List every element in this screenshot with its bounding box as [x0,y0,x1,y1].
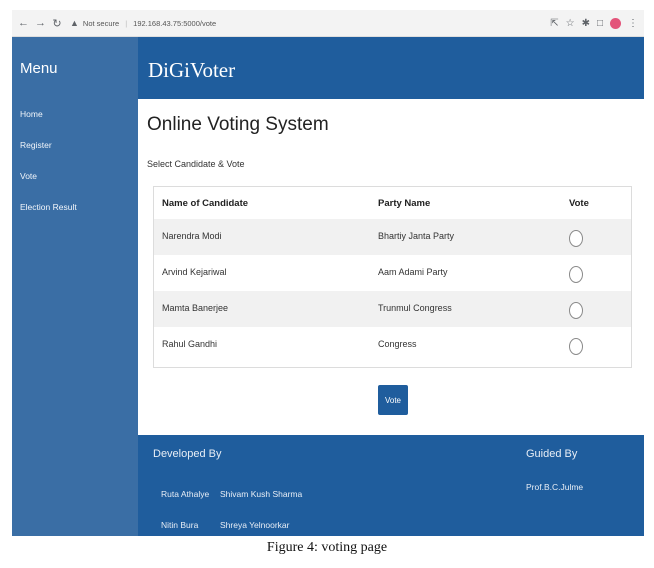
column-header-vote: Vote [569,198,589,209]
developed-by-label: Developed By [153,448,222,460]
candidate-name: Arvind Kejariwal [162,267,227,277]
party-name: Trunmul Congress [378,303,452,313]
party-name: Aam Adami Party [378,267,448,277]
brand-title: DiGiVoter [148,58,236,82]
browser-toolbar: ← → ↻ ▲ Not secure | 192.168.43.75:5000/… [12,10,644,37]
sidebar: Menu Home Register Vote Election Result [12,37,138,536]
footer: Developed By Ruta Athalye Shivam Kush Sh… [138,435,644,536]
app-header: DiGiVoter [138,37,644,99]
back-icon[interactable]: ← [18,17,29,29]
developer-name: Shreya Yelnoorkar [220,520,290,530]
forward-icon[interactable]: → [35,17,46,29]
table-row: Narendra Modi Bhartiy Janta Party [154,219,631,255]
share-icon[interactable]: ⇱ [550,18,558,29]
candidate-table: Name of Candidate Party Name Vote Narend… [153,186,632,368]
vote-radio-narendra-modi[interactable] [569,230,583,247]
sidebar-item-vote[interactable]: Vote [20,171,37,181]
vote-radio-rahul-gandhi[interactable] [569,338,583,355]
extensions-icon[interactable]: ✱ [582,18,590,29]
sidebar-item-home[interactable]: Home [20,109,43,119]
url-text[interactable]: 192.168.43.75:5000/vote [133,19,216,28]
address-bar[interactable]: ▲ Not secure | 192.168.43.75:5000/vote [70,18,216,28]
party-name: Congress [378,339,417,349]
developer-name: Shivam Kush Sharma [220,489,303,499]
guided-by-label: Guided By [526,448,578,460]
security-label: Not secure [82,18,120,28]
sidebar-item-register[interactable]: Register [20,140,52,150]
profile-avatar[interactable] [610,17,621,29]
browser-nav: ← → ↻ [18,17,62,30]
figure-caption: Figure 4: voting page [266,540,388,555]
address-separator: | [125,18,128,28]
sidebar-title: Menu [20,60,58,77]
party-name: Bhartiy Janta Party [378,231,455,241]
tab-icon[interactable]: □ [597,18,603,29]
vote-button[interactable]: Vote [378,385,408,415]
developer-name: Nitin Bura [161,520,199,530]
table-row: Rahul Gandhi Congress [154,327,631,363]
column-header-party: Party Name [378,198,431,209]
table-row: Mamta Banerjee Trunmul Congress [154,291,631,327]
more-icon[interactable]: ⋮ [628,18,638,29]
reload-icon[interactable]: ↻ [52,17,62,30]
page-title: Online Voting System [147,114,329,135]
sidebar-item-election-result[interactable]: Election Result [20,202,77,212]
guide-name: Prof.B.C.Julme [526,482,584,492]
table-row: Arvind Kejariwal Aam Adami Party [154,255,631,291]
browser-tools: ⇱ ☆ ✱ □ ⋮ [550,17,638,29]
column-header-candidate: Name of Candidate [162,198,249,209]
candidate-name: Narendra Modi [162,231,222,241]
vote-radio-arvind-kejariwal[interactable] [569,266,583,283]
star-icon[interactable]: ☆ [566,18,575,29]
developer-name: Ruta Athalye [161,489,210,499]
table-header-row: Name of Candidate Party Name Vote [154,187,631,223]
warning-icon: ▲ [70,18,79,28]
candidate-name: Mamta Banerjee [162,303,229,313]
vote-radio-mamta-banerjee[interactable] [569,302,583,319]
page-subtitle: Select Candidate & Vote [147,159,245,169]
candidate-name: Rahul Gandhi [162,339,218,349]
